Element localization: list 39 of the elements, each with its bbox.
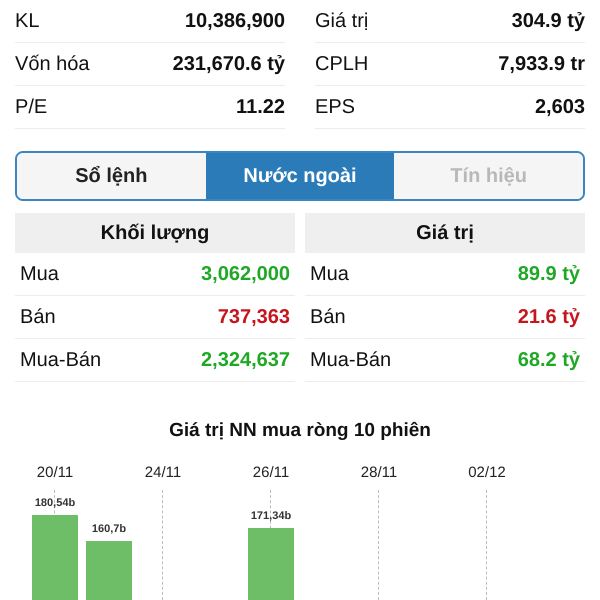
row-label: Mua-Bán <box>20 348 102 372</box>
stat-label: EPS <box>315 96 356 118</box>
date-label: 24/11 <box>144 464 182 481</box>
stat-value: 2,603 <box>534 96 585 118</box>
row-value: 21.6 tỷ <box>518 306 580 328</box>
row-label: Mua-Bán <box>310 348 392 372</box>
row-label: Bán <box>20 306 56 328</box>
stat-label: CPLH <box>315 52 368 76</box>
bar-value-label: 171,34b <box>250 510 292 522</box>
tab[interactable]: Nước ngoài <box>206 153 394 199</box>
stat-label: P/E <box>15 96 48 118</box>
row-label: Mua <box>20 262 59 286</box>
column-header: Giá trị <box>305 213 585 253</box>
stat-value: 11.22 <box>236 96 285 118</box>
stat-value: 10,386,900 <box>184 10 285 32</box>
date-label: 26/11 <box>252 464 290 481</box>
column-header: Khối lượng <box>15 213 295 253</box>
bar <box>248 528 294 600</box>
bar-value-label: 180,54b <box>34 497 76 509</box>
stat-label: KL <box>15 10 40 32</box>
stat-value: 7,933.9 tr <box>498 52 585 76</box>
date-label: 28/11 <box>360 464 398 481</box>
stat-label: Vốn hóa <box>15 52 90 76</box>
row-value: 3,062,000 <box>201 262 290 286</box>
stat-value: 231,670.6 tỷ <box>172 52 285 76</box>
chart-title: Giá trị NN mua ròng 10 phiên <box>168 420 432 442</box>
date-label: 02/12 <box>468 464 506 481</box>
stat-label: Giá trị <box>315 10 368 32</box>
row-value: 737,363 <box>218 306 290 328</box>
date-label: 20/11 <box>36 464 74 481</box>
row-label: Bán <box>310 306 346 328</box>
tab[interactable]: Sổ lệnh <box>17 153 206 199</box>
stat-value: 304.9 tỷ <box>512 10 585 32</box>
bar-value-label: 160,7b <box>90 523 128 535</box>
row-value: 2,324,637 <box>201 348 290 372</box>
row-label: Mua <box>310 262 349 286</box>
row-value: 89.9 tỷ <box>518 262 580 286</box>
bar <box>86 541 132 600</box>
row-value: 68.2 tỷ <box>518 348 580 372</box>
